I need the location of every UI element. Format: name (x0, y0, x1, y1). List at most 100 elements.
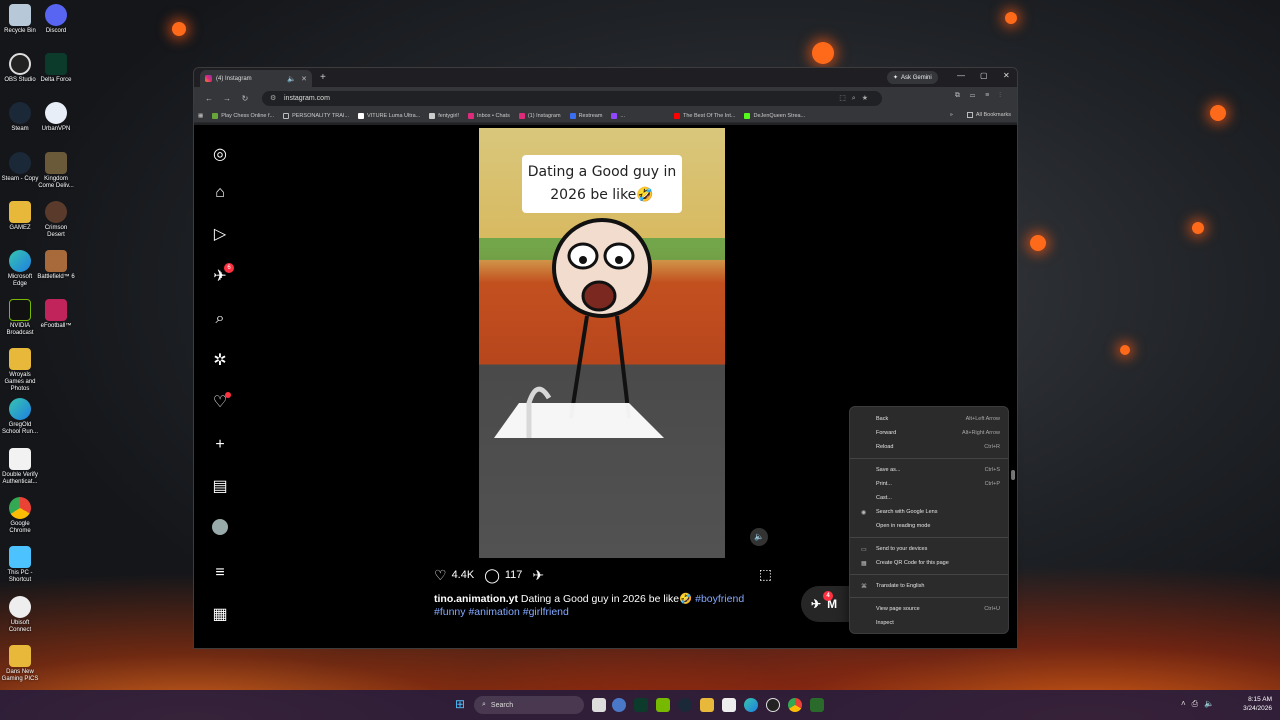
taskbar-store-icon[interactable] (722, 698, 736, 712)
desktop-icon-dans-pics[interactable]: Dans New Gaming PICS (0, 645, 40, 683)
page-scrollbar[interactable] (1011, 125, 1016, 645)
maximize-button[interactable]: ▢ (980, 71, 988, 80)
taskbar-chrome-icon[interactable] (788, 698, 802, 712)
close-window-button[interactable]: ✕ (1003, 71, 1010, 80)
comment-icon[interactable]: ◯ (484, 567, 500, 584)
menu-item-forward[interactable]: Forward Alt+Right Arrow (850, 426, 1008, 440)
hashtag-line-2[interactable]: #funny #animation #girlfriend (434, 606, 569, 618)
reels-icon[interactable]: ▷ (210, 225, 230, 245)
system-tray-icons[interactable]: ˄⎙🔈 (1181, 699, 1220, 709)
desktop-icon-gamez-folder[interactable]: GAMEZ (0, 201, 40, 232)
browser-tab-instagram[interactable]: (4) Instagram 🔈 ✕ (200, 70, 312, 87)
taskbar-app-icon[interactable] (810, 698, 824, 712)
desktop-icon-battlefield[interactable]: Battlefield™ 6 (36, 250, 76, 281)
taskbar-edge-icon[interactable] (744, 698, 758, 712)
menu-item-save-as[interactable]: Save as... Ctrl+S (850, 463, 1008, 477)
taskbar-delta-force-icon[interactable] (634, 698, 648, 712)
menu-item-reload[interactable]: Reload Ctrl+R (850, 440, 1008, 454)
desktop-icon-ubisoft[interactable]: Ubisoft Connect (0, 596, 40, 634)
bookmark-folder[interactable]: PERSONALITY TRAI... (283, 112, 349, 119)
menu-item-qr-code[interactable]: ▦ Create QR Code for this page (850, 556, 1008, 570)
taskbar-search[interactable]: ⌕ Search (474, 696, 584, 714)
windows-start-icon[interactable]: ⊞ (455, 698, 468, 711)
desktop-icon-steam[interactable]: Steam (0, 102, 40, 133)
messages-floating-button[interactable]: ✈ 4 M (801, 586, 853, 622)
apps-icon[interactable]: ▦ (198, 113, 203, 119)
taskbar-steam-icon[interactable] (678, 698, 692, 712)
close-tab-icon[interactable]: ✕ (301, 75, 307, 83)
menu-item-view-source[interactable]: View page source Ctrl+U (850, 602, 1008, 616)
instagram-logo-icon[interactable]: ◎ (210, 145, 230, 165)
address-bar[interactable]: ⚙ instagram.com ⬚⌕★ (262, 90, 882, 106)
forward-button[interactable]: → (218, 94, 236, 103)
menu-item-send-to-devices[interactable]: ▭ Send to your devices (850, 542, 1008, 556)
desktop-icon-efootball[interactable]: eFootball™ (36, 299, 76, 330)
bookmark-item[interactable]: fentygirl! (429, 112, 459, 119)
share-icon[interactable]: ✈ (532, 567, 544, 584)
reel-video[interactable]: Dating a Good guy in 2026 be like🤣 🔈 (428, 128, 778, 558)
desktop-icon-edge[interactable]: Microsoft Edge (0, 250, 40, 288)
taskbar-explorer-icon[interactable] (700, 698, 714, 712)
explore-icon[interactable]: ✲ (210, 351, 230, 371)
new-tab-button[interactable]: + (320, 72, 326, 83)
menu-item-cast[interactable]: Cast... (850, 491, 1008, 505)
notifications-heart-icon[interactable]: ♡ (210, 392, 231, 413)
profile-avatar[interactable] (210, 519, 230, 539)
menu-item-translate[interactable]: ⌘ Translate to English (850, 579, 1008, 593)
desktop-icon-this-pc[interactable]: This PC - Shortcut (0, 546, 40, 584)
sound-toggle-icon[interactable]: 🔈 (750, 528, 768, 546)
desktop-icon-chrome[interactable]: Google Chrome (0, 497, 40, 535)
menu-item-reading-mode[interactable]: Open in reading mode (850, 519, 1008, 533)
post-username[interactable]: tino.animation.yt (434, 593, 518, 605)
like-heart-icon[interactable]: ♡ (434, 567, 447, 584)
desktop-icon-urbanvpn[interactable]: UrbanVPN (36, 102, 76, 133)
create-plus-icon[interactable]: + (210, 435, 230, 455)
bookmark-item[interactable]: The Best Of The Int... (674, 112, 735, 119)
desktop-icon-steam-copy[interactable]: Steam - Copy (0, 152, 40, 183)
bookmark-item[interactable]: Inbox • Chats (468, 112, 510, 119)
all-bookmarks[interactable]: All Bookmarks (976, 112, 1011, 118)
also-from-meta-icon[interactable]: ▦ (210, 605, 230, 625)
menu-item-print[interactable]: Print... Ctrl+P (850, 477, 1008, 491)
omnibox-actions[interactable]: ⬚⌕★ (839, 94, 874, 103)
toolbar-right-icons[interactable]: ⧉▭≡⋮ (955, 92, 1011, 100)
taskbar-obs-icon[interactable] (766, 698, 780, 712)
desktop-icon-kingdom-come[interactable]: Kingdom Come Deliv... (36, 152, 76, 190)
home-icon[interactable]: ⌂ (210, 183, 230, 203)
back-button[interactable]: ← (200, 94, 218, 103)
bookmark-item[interactable]: DeJenQueen Strea... (744, 112, 805, 119)
bookmark-item[interactable]: Play Chess Online f... (212, 112, 274, 119)
menu-item-back[interactable]: Back Alt+Left Arrow (850, 412, 1008, 426)
desktop-icon-recycle-bin[interactable]: Recycle Bin (0, 4, 40, 35)
site-info-icon[interactable]: ⚙ (270, 94, 278, 102)
menu-item-inspect[interactable]: Inspect (850, 616, 1008, 630)
save-bookmark-icon[interactable]: ⬚ (759, 566, 772, 583)
taskbar-settings-icon[interactable] (612, 698, 626, 712)
insights-icon[interactable]: ▤ (210, 477, 230, 497)
bookmark-item[interactable]: (1) Instagram (518, 112, 561, 119)
reload-button[interactable]: ↻ (236, 94, 254, 103)
messages-icon[interactable]: ✈ 6 (210, 263, 234, 287)
more-menu-icon[interactable]: ≡ (210, 563, 230, 583)
minimize-button[interactable]: — (957, 71, 965, 80)
bookmark-item[interactable]: Restream (569, 112, 602, 119)
desktop-icon-obs[interactable]: OBS Studio (0, 53, 40, 84)
taskbar-app-icon[interactable] (592, 698, 606, 712)
desktop-icon-nvidia-broadcast[interactable]: NVIDIA Broadcast (0, 299, 40, 337)
search-icon[interactable]: ⌕ (210, 309, 230, 329)
desktop-icon-wroyals[interactable]: Wroyals Games and Photos (0, 348, 40, 393)
desktop-icon-crimson-desert[interactable]: Crimson Desert (36, 201, 76, 239)
bookmark-item[interactable]: VITURE Luma Ultra... (358, 112, 420, 119)
desktop-icon-doubleverify[interactable]: Double Verify Authenticat... (0, 448, 40, 486)
taskbar-nvidia-icon[interactable] (656, 698, 670, 712)
desktop-icon-delta-force[interactable]: Delta Force (36, 53, 76, 84)
clock[interactable]: 8:15 AM 3/24/2026 (1243, 695, 1272, 713)
speaker-icon[interactable]: 🔈 (287, 75, 296, 83)
bookmark-item[interactable]: ... (611, 112, 625, 119)
hashtag-line-1[interactable]: #boyfriend (695, 593, 744, 605)
desktop-icon-gregold[interactable]: GregOld School Run... (0, 398, 40, 436)
desktop-icon-discord[interactable]: Discord (36, 4, 76, 35)
ask-gemini-button[interactable]: ✦ Ask Gemini (887, 71, 938, 84)
scrollbar-thumb[interactable] (1011, 470, 1015, 480)
more-bookmarks-icon[interactable]: » (950, 112, 953, 118)
